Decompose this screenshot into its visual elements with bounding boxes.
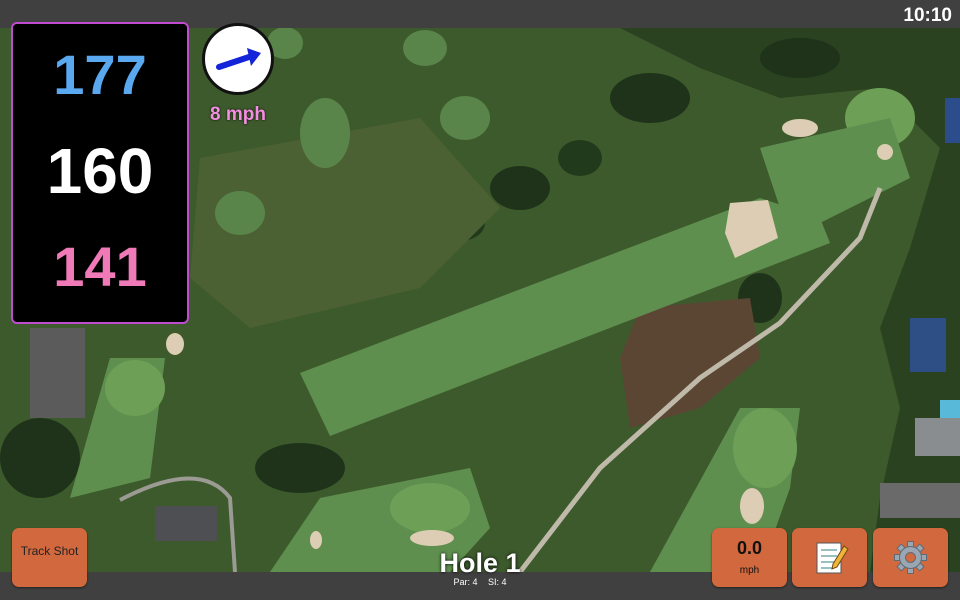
yardage-panel: 177 160 141 bbox=[11, 22, 189, 324]
gear-icon bbox=[894, 541, 927, 574]
hole-title: Hole 1 bbox=[439, 548, 521, 578]
back-of-green-distance: 177 bbox=[53, 43, 147, 106]
arrow-icon bbox=[216, 48, 261, 70]
wind-direction-indicator[interactable] bbox=[202, 23, 274, 95]
status-time: 10:10 bbox=[903, 5, 952, 26]
settings-button[interactable] bbox=[873, 528, 948, 587]
hole-par: Par: 4 bbox=[453, 577, 478, 587]
notepad-icon bbox=[816, 542, 849, 574]
speed-button[interactable]: 0.0 mph bbox=[712, 528, 787, 587]
scorecard-notes-button[interactable] bbox=[792, 528, 867, 587]
hole-stroke-index: SI: 4 bbox=[488, 577, 507, 587]
track-shot-button[interactable]: Track Shot bbox=[12, 528, 87, 587]
hole-details: Par: 4 SI: 4 bbox=[380, 577, 580, 587]
front-of-green-distance: 141 bbox=[53, 235, 147, 298]
speed-unit: mph bbox=[739, 565, 760, 576]
speed-value: 0.0 bbox=[736, 538, 763, 558]
middle-of-green-distance: 160 bbox=[46, 135, 154, 207]
wind-speed-label: 8 mph bbox=[210, 104, 266, 125]
